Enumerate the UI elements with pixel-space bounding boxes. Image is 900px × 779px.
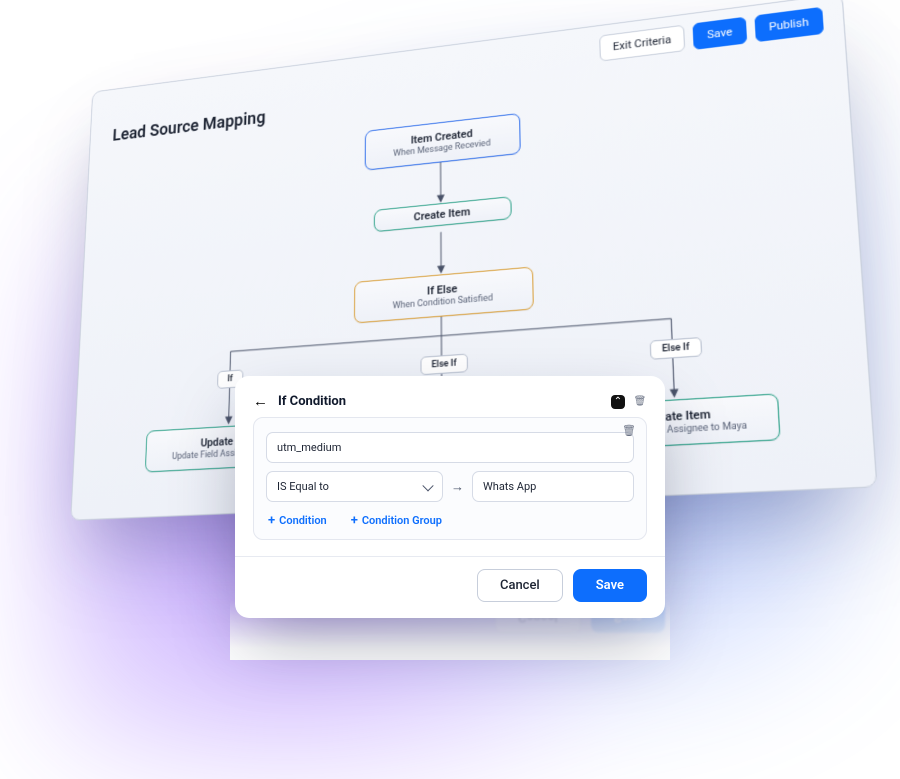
add-condition-button[interactable]: + Condition	[268, 514, 327, 527]
add-condition-label: Condition	[279, 514, 327, 527]
save-button[interactable]: Save	[693, 17, 747, 50]
branch-tag-elseif-2[interactable]: Else If	[650, 337, 702, 360]
add-condition-group-button[interactable]: + Condition Group	[351, 514, 442, 527]
field-input[interactable]	[266, 432, 634, 463]
condition-group: 🗑 IS Equal to → + Condition + Condition Gr…	[253, 417, 647, 540]
cancel-button[interactable]: Cancel	[477, 569, 563, 602]
exit-criteria-button[interactable]: Exit Criteria	[599, 25, 685, 62]
arrow-right-icon: →	[451, 479, 464, 495]
collapse-icon[interactable]: ⌃	[611, 395, 625, 409]
value-input[interactable]	[472, 471, 634, 502]
plus-icon: +	[351, 514, 358, 527]
plus-icon: +	[268, 514, 275, 527]
back-arrow-icon[interactable]: ←	[253, 394, 268, 409]
operator-select[interactable]: IS Equal to	[266, 471, 443, 502]
modal-save-button[interactable]: Save	[573, 569, 647, 602]
operator-value: IS Equal to	[277, 480, 329, 493]
branch-tag-elseif-1[interactable]: Else If	[420, 354, 467, 376]
publish-button[interactable]: Publish	[754, 7, 824, 42]
modal-actions: Cancel Save	[253, 569, 647, 602]
add-group-label: Condition Group	[362, 514, 442, 527]
modal-title: If Condition	[278, 394, 346, 409]
modal-header: ← If Condition ⌃ 🗑	[253, 394, 647, 409]
if-condition-modal: ← If Condition ⌃ 🗑 🗑 IS Equal to → + Cond…	[235, 376, 665, 618]
delete-row-icon[interactable]: 🗑	[622, 424, 636, 437]
delete-group-icon[interactable]: 🗑	[633, 395, 647, 409]
